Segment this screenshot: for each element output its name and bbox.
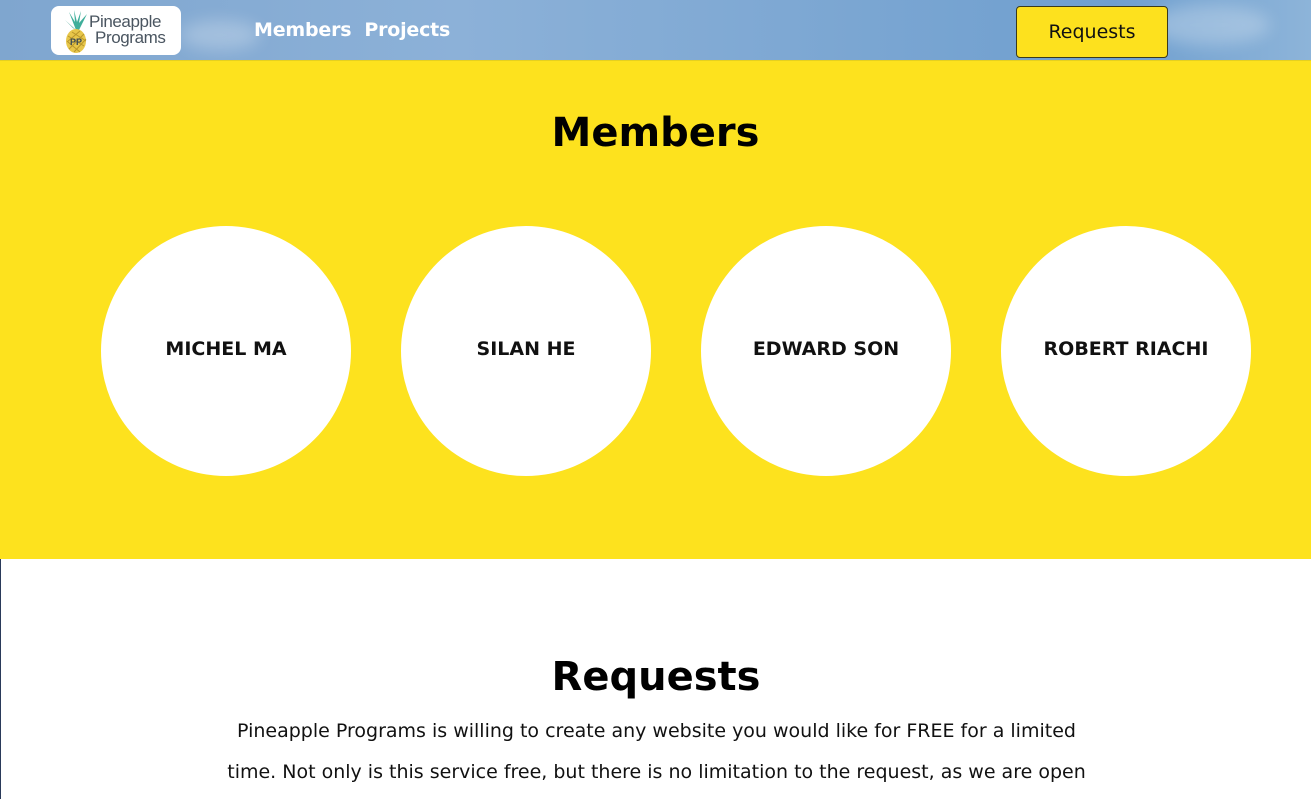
member-name: MICHEL MA [165,337,287,360]
members-heading: Members [551,110,760,156]
member-card-robert-riachi[interactable]: ROBERT RIACHI [1001,226,1251,476]
member-name: EDWARD SON [752,337,900,360]
top-navbar: PP Pineapple Programs Members Projects R… [0,0,1311,61]
member-card-silan-he[interactable]: SILAN HE [401,226,651,476]
requests-section: Requests Pineapple Programs is willing t… [0,559,1311,799]
requests-button[interactable]: Requests [1016,6,1168,58]
member-card-michel-ma[interactable]: MICHEL MA [101,226,351,476]
logo-wordmark: Pineapple Programs [89,13,166,47]
logo-line-2: Programs [95,28,166,47]
requests-heading: Requests [551,654,761,700]
nav-link-members[interactable]: Members [254,17,352,43]
site-logo[interactable]: PP Pineapple Programs [51,6,181,55]
member-name: ROBERT RIACHI [1043,337,1209,360]
member-name: SILAN HE [476,337,576,360]
nav-links: Members Projects [254,17,450,43]
member-card-edward-son[interactable]: EDWARD SON [701,226,951,476]
nav-link-projects[interactable]: Projects [364,17,450,43]
members-section: Members MICHEL MA SILAN HE EDWARD SON RO… [0,61,1311,559]
requests-description: Pineapple Programs is willing to create … [227,720,1086,783]
svg-text:PP: PP [70,37,82,47]
pineapple-logo-icon: PP [65,10,87,53]
